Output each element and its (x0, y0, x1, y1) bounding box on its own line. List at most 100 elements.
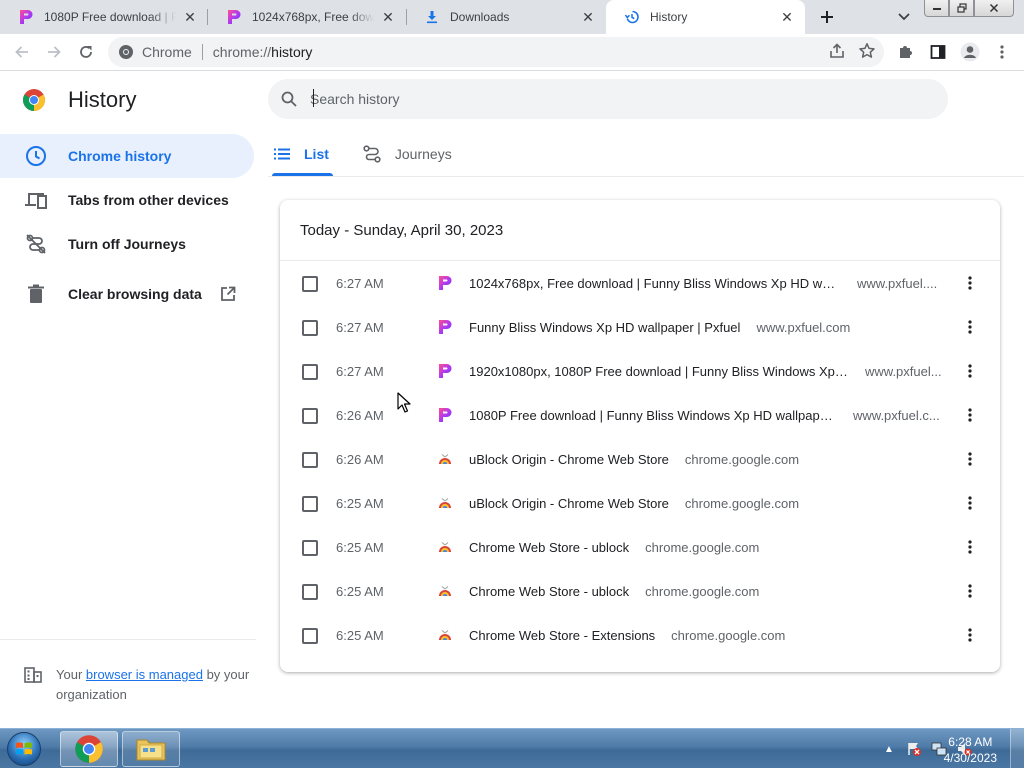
history-row[interactable]: 6:25 AM Chrome Web Store - ublock chrome.… (280, 569, 1000, 613)
sidebar-item-label: Clear browsing data (68, 286, 202, 302)
history-row[interactable]: 6:26 AM uBlock Origin - Chrome Web Store… (280, 437, 1000, 481)
system-clock[interactable]: 6:28 AM 4/30/2023 (944, 734, 997, 766)
pxfuel-icon (437, 319, 453, 335)
close-icon[interactable]: ✕ (580, 9, 596, 25)
row-title-link[interactable]: 1080P Free download | Funny Bliss Window… (469, 408, 837, 423)
restore-icon (956, 3, 967, 13)
tab-search-button[interactable] (894, 8, 914, 26)
sidebar-item-other-devices[interactable]: Tabs from other devices (0, 178, 256, 222)
reload-button[interactable] (72, 38, 100, 66)
row-entry: uBlock Origin - Chrome Web Store chrome.g… (469, 452, 799, 467)
row-entry: 1024x768px, Free download | Funny Bliss … (469, 276, 937, 291)
pxfuel-icon (226, 9, 242, 25)
share-icon[interactable] (828, 42, 846, 63)
row-entry: 1920x1080px, 1080P Free download | Funny… (469, 364, 942, 379)
sidebar-item-label: Tabs from other devices (68, 192, 229, 208)
sidebar: Chrome history Tabs from other devices T… (0, 134, 256, 316)
webstore-icon (437, 627, 453, 643)
back-button[interactable] (8, 38, 36, 66)
row-more-button[interactable] (960, 537, 980, 557)
site-info-chip[interactable]: Chrome (118, 44, 192, 60)
row-checkbox[interactable] (302, 540, 318, 556)
tab-label: Journeys (394, 146, 452, 162)
row-title-link[interactable]: Funny Bliss Windows Xp HD wallpaper | Px… (469, 320, 740, 335)
taskbar-chrome-app[interactable] (60, 731, 118, 767)
menu-button[interactable] (988, 38, 1016, 66)
devices-icon (24, 188, 48, 212)
row-more-button[interactable] (960, 493, 980, 513)
history-search-field[interactable] (268, 79, 948, 119)
row-checkbox[interactable] (302, 628, 318, 644)
start-button[interactable] (3, 730, 45, 768)
history-row[interactable]: 6:27 AM 1024x768px, Free download | Funn… (280, 261, 1000, 305)
row-checkbox[interactable] (302, 584, 318, 600)
history-row[interactable]: 6:25 AM Chrome Web Store - ublock chrome.… (280, 525, 1000, 569)
tab-journeys[interactable]: Journeys (361, 134, 454, 174)
history-row[interactable]: 6:25 AM Chrome Web Store - Extensions chr… (280, 613, 1000, 657)
row-checkbox[interactable] (302, 496, 318, 512)
url-scheme: chrome:// (212, 44, 272, 60)
row-checkbox[interactable] (302, 276, 318, 292)
new-tab-button[interactable] (815, 5, 839, 29)
row-more-button[interactable] (960, 625, 980, 645)
close-icon[interactable]: ✕ (380, 9, 396, 25)
history-card: Today - Sunday, April 30, 2023 6:27 AM 1… (280, 200, 1000, 672)
close-icon[interactable]: ✕ (182, 9, 198, 25)
managed-link[interactable]: browser is managed (86, 667, 203, 682)
row-checkbox[interactable] (302, 364, 318, 380)
close-window-button[interactable] (974, 0, 1014, 17)
tab-1024x768[interactable]: 1024x768px, Free downlo ✕ (208, 0, 406, 34)
history-search-input[interactable] (310, 91, 910, 107)
row-more-button[interactable] (960, 273, 980, 293)
taskbar-explorer-app[interactable] (122, 731, 180, 767)
history-row[interactable]: 6:25 AM uBlock Origin - Chrome Web Store… (280, 481, 1000, 525)
row-more-button[interactable] (960, 581, 980, 601)
row-more-button[interactable] (960, 449, 980, 469)
avatar-icon (960, 42, 980, 62)
close-icon[interactable]: ✕ (779, 9, 795, 25)
row-time: 6:25 AM (336, 495, 384, 511)
row-entry: Funny Bliss Windows Xp HD wallpaper | Px… (469, 320, 850, 335)
profile-button[interactable] (956, 38, 984, 66)
row-domain: www.pxfuel.... (857, 275, 938, 291)
sidebar-item-chrome-history[interactable]: Chrome history (0, 134, 254, 178)
show-desktop-button[interactable] (1010, 729, 1024, 768)
row-more-button[interactable] (960, 317, 980, 337)
row-title-link[interactable]: Chrome Web Store - ublock (469, 584, 629, 599)
tab-list[interactable]: List (272, 134, 333, 176)
tab-1080p[interactable]: 1080P Free download | Fu ✕ (0, 0, 208, 34)
close-icon (989, 3, 999, 13)
forward-button[interactable] (40, 38, 68, 66)
row-checkbox[interactable] (302, 408, 318, 424)
history-row[interactable]: 6:26 AM 1080P Free download | Funny Blis… (280, 393, 1000, 437)
sidebar-item-clear-browsing-data[interactable]: Clear browsing data (0, 272, 256, 316)
show-hidden-icons-icon[interactable]: ▲ (879, 739, 899, 759)
bookmark-star-icon[interactable] (858, 42, 876, 63)
history-row[interactable]: 6:27 AM 1920x1080px, 1080P Free download… (280, 349, 1000, 393)
row-checkbox[interactable] (302, 320, 318, 336)
tab-downloads[interactable]: Downloads ✕ (406, 0, 606, 34)
history-row[interactable]: 6:27 AM Funny Bliss Windows Xp HD wallpa… (280, 305, 1000, 349)
row-title-link[interactable]: 1024x768px, Free download | Funny Bliss … (469, 276, 841, 291)
row-title-link[interactable]: 1920x1080px, 1080P Free download | Funny… (469, 364, 849, 379)
row-title-link[interactable]: uBlock Origin - Chrome Web Store (469, 452, 669, 467)
row-more-button[interactable] (960, 405, 980, 425)
address-bar[interactable]: Chrome chrome://history (108, 37, 884, 67)
sidebar-item-turn-off-journeys[interactable]: Turn off Journeys (0, 222, 256, 266)
row-title-link[interactable]: Chrome Web Store - Extensions (469, 628, 655, 643)
tab-history[interactable]: History ✕ (606, 0, 805, 34)
clock-icon (24, 144, 48, 168)
managed-text: Your browser is managed by your organiza… (56, 665, 256, 705)
restore-button[interactable] (949, 0, 974, 17)
row-title-link[interactable]: Chrome Web Store - ublock (469, 540, 629, 555)
row-title-link[interactable]: uBlock Origin - Chrome Web Store (469, 496, 669, 511)
action-center-icon[interactable] (904, 739, 924, 759)
minimize-button[interactable] (924, 0, 949, 17)
row-more-button[interactable] (960, 361, 980, 381)
row-checkbox[interactable] (302, 452, 318, 468)
side-panel-button[interactable] (924, 38, 952, 66)
row-time: 6:26 AM (336, 451, 384, 467)
row-domain: chrome.google.com (684, 495, 800, 511)
extensions-button[interactable] (892, 38, 920, 66)
list-icon (274, 148, 290, 160)
